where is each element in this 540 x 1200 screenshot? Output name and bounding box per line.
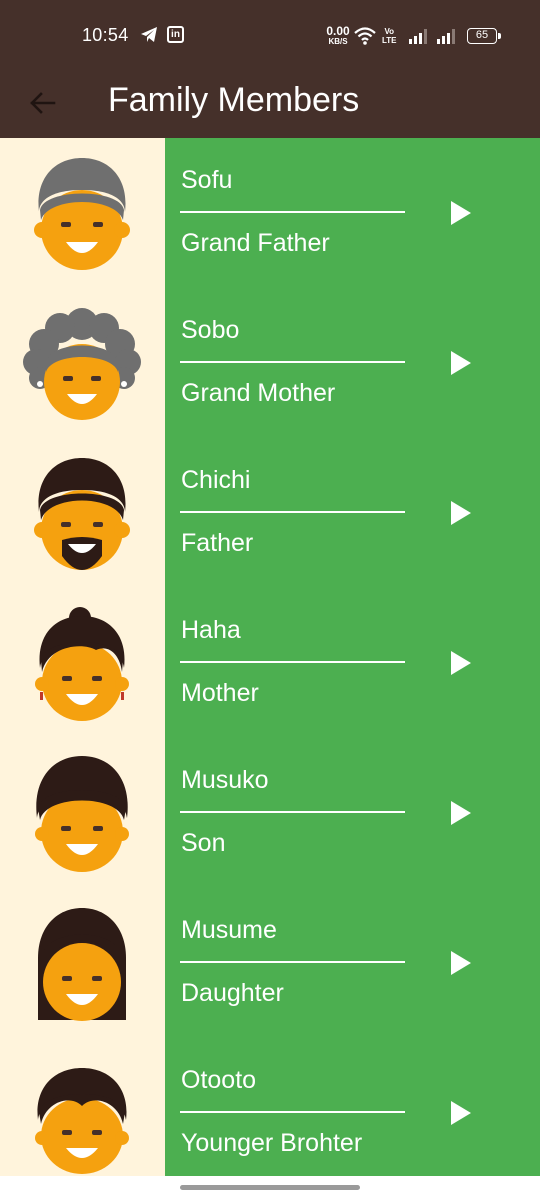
back-arrow-icon[interactable] (22, 82, 64, 124)
father-avatar (34, 458, 130, 570)
member-name: Musuko (181, 766, 269, 794)
play-arrow-icon[interactable] (449, 950, 473, 976)
wifi-icon (354, 27, 376, 45)
member-relation: Daughter (181, 979, 284, 1007)
play-arrow-icon[interactable] (449, 800, 473, 826)
play-arrow-icon[interactable] (449, 200, 473, 226)
member-row[interactable]: Haha Mother (0, 588, 540, 738)
app-bar: Family Members (0, 70, 540, 138)
play-arrow-icon[interactable] (449, 650, 473, 676)
divider (180, 811, 405, 813)
avatar-cell (0, 588, 165, 738)
member-row[interactable]: Chichi Father (0, 438, 540, 588)
member-relation: Father (181, 529, 254, 557)
navigation-bar (0, 1176, 540, 1200)
younger-brother-avatar (35, 1068, 129, 1174)
divider (180, 1111, 405, 1113)
member-relation: Younger Brohter (181, 1129, 363, 1157)
net-speed: 0.00 KB/S (326, 24, 350, 46)
status-bar: 10:54 in 0.00 KB/S Vo LTE 65 (0, 0, 540, 70)
avatar-cell (0, 288, 165, 438)
member-row[interactable]: Otooto Younger Brohter (0, 1038, 540, 1176)
daughter-avatar (38, 908, 126, 1021)
grandmother-avatar (23, 308, 141, 420)
member-name: Otooto (181, 1066, 257, 1094)
member-relation: Son (181, 829, 226, 857)
member-relation: Grand Mother (181, 379, 336, 407)
member-info[interactable]: Musuko Son (165, 738, 540, 888)
page-title: Family Members (108, 81, 360, 119)
play-arrow-icon[interactable] (449, 500, 473, 526)
divider (180, 661, 405, 663)
member-info[interactable]: Otooto Younger Brohter (165, 1038, 540, 1176)
signal-icon-2 (437, 29, 455, 44)
play-arrow-icon[interactable] (449, 350, 473, 376)
member-info[interactable]: Musume Daughter (165, 888, 540, 1038)
member-info[interactable]: Sofu Grand Father (165, 138, 540, 288)
avatar-cell (0, 888, 165, 1038)
member-row[interactable]: Sofu Grand Father (0, 138, 540, 288)
home-indicator[interactable] (180, 1185, 360, 1190)
son-avatar (35, 756, 129, 872)
member-info[interactable]: Chichi Father (165, 438, 540, 588)
family-members-list: Sofu Grand Father Sobo Grand Mother Chic… (0, 138, 540, 1176)
member-row[interactable]: Musume Daughter (0, 888, 540, 1038)
divider (180, 211, 405, 213)
battery-icon: 65 (467, 28, 501, 44)
member-info[interactable]: Haha Mother (165, 588, 540, 738)
avatar-cell (0, 138, 165, 288)
member-relation: Grand Father (181, 229, 330, 257)
member-row[interactable]: Sobo Grand Mother (0, 288, 540, 438)
telegram-icon (141, 27, 157, 42)
linkedin-icon: in (167, 26, 184, 43)
member-row[interactable]: Musuko Son (0, 738, 540, 888)
signal-icon (409, 29, 427, 44)
divider (180, 511, 405, 513)
volte-indicator: Vo LTE (382, 27, 397, 45)
member-name: Haha (181, 616, 241, 644)
status-time: 10:54 (82, 25, 129, 45)
avatar-cell (0, 738, 165, 888)
divider (180, 361, 405, 363)
avatar-cell (0, 1038, 165, 1176)
play-arrow-icon[interactable] (449, 1100, 473, 1126)
member-name: Musume (181, 916, 277, 944)
avatar-cell (0, 438, 165, 588)
member-info[interactable]: Sobo Grand Mother (165, 288, 540, 438)
grandfather-avatar (34, 158, 130, 270)
member-name: Sobo (181, 316, 240, 344)
divider (180, 961, 405, 963)
mother-avatar (35, 607, 129, 721)
member-relation: Mother (181, 679, 259, 707)
member-name: Chichi (181, 466, 251, 494)
member-name: Sofu (181, 166, 233, 194)
